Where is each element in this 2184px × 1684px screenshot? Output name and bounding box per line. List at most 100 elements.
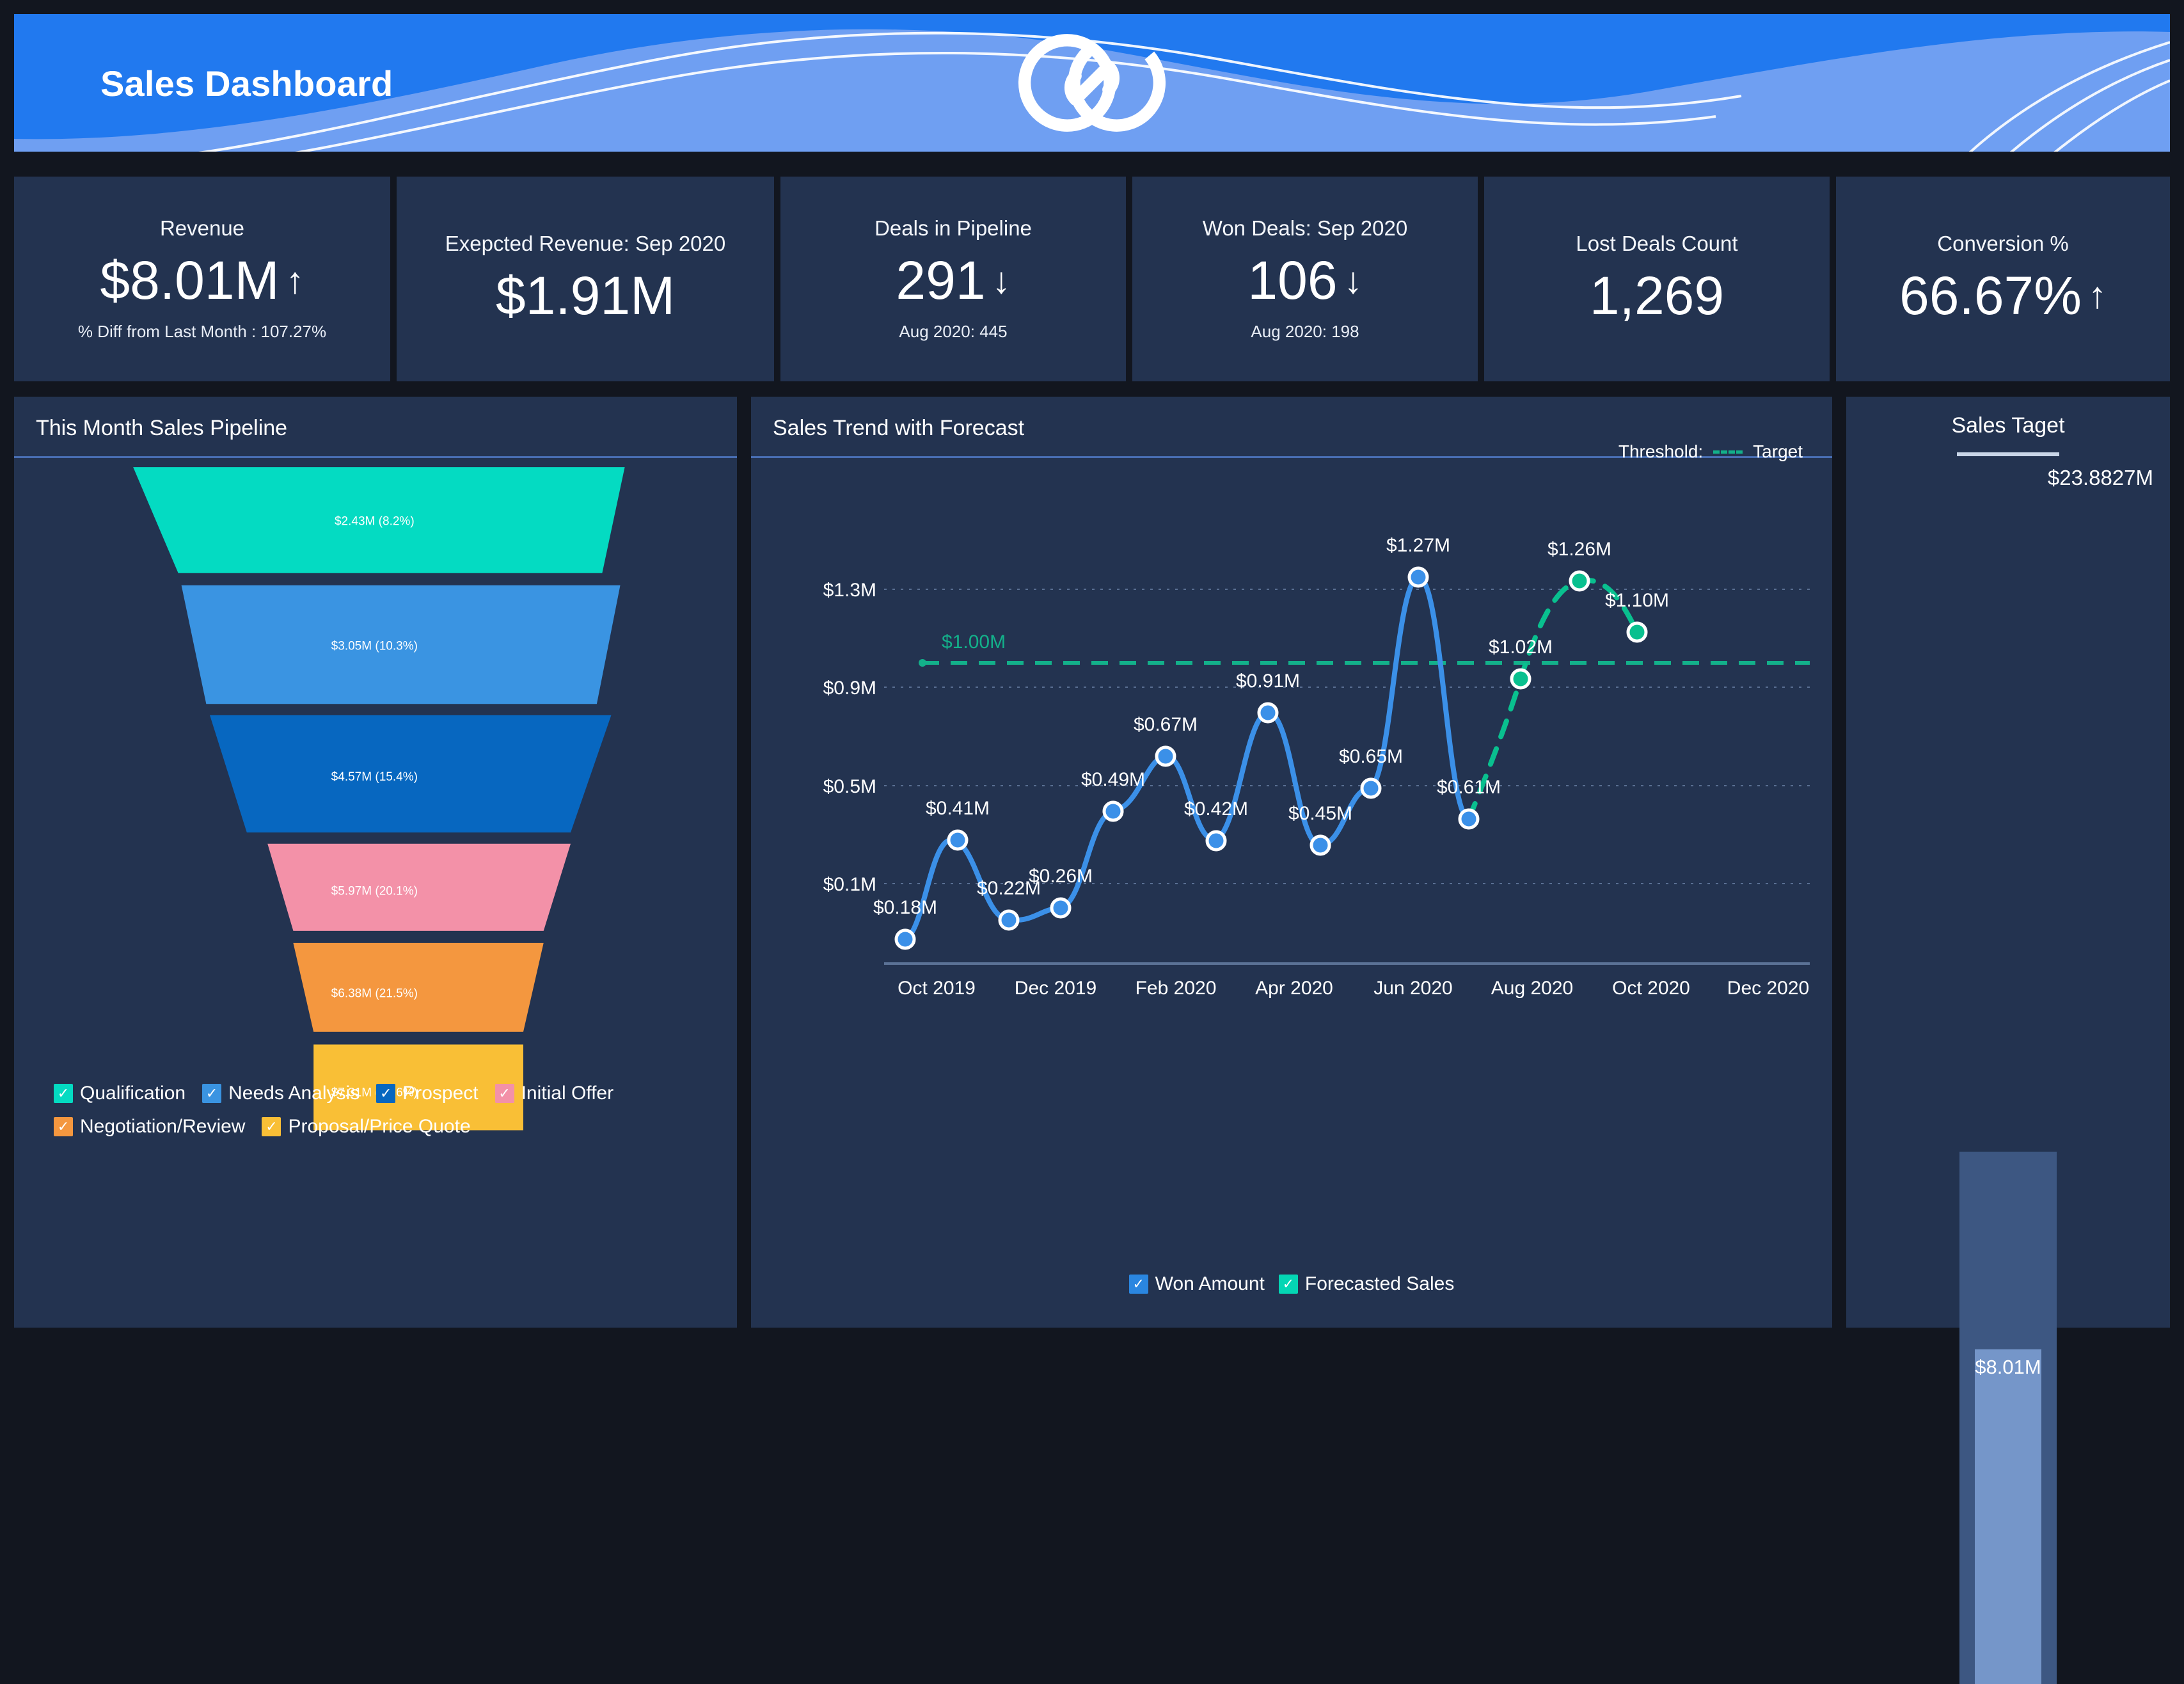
kpi-card-expected-revenue[interactable]: Exepcted Revenue: Sep 2020 $1.91M [397,177,774,381]
kpi-card-revenue[interactable]: Revenue $8.01M ↑ % Diff from Last Month … [14,177,390,381]
kpi-value: $8.01M [100,250,280,311]
kpi-label: Lost Deals Count [1576,231,1738,255]
legend-item-won-amount[interactable]: ✓ Won Amount [1128,1273,1265,1295]
line-chart: $1.3M $0.9M $0.5M $0.1M $1.00M $0.18M $0… [751,458,1832,1309]
legend-label: Prospect [402,1083,479,1104]
gauge-fill: $8.01M [1975,1349,2041,1684]
data-point[interactable] [1257,702,1279,724]
data-label: $1.27M [1386,535,1450,556]
funnel-chart: $2.43M (8.2%) $3.05M (10.3%) $4.57M (15.… [14,458,737,1156]
data-label: $0.61M [1437,777,1501,798]
data-label: $1.02M [1489,637,1553,658]
interlocking-rings-icon [1018,34,1166,132]
data-point[interactable] [1360,777,1382,799]
x-tick-label: Dec 2019 [1015,978,1096,999]
y-tick-label: $0.1M [823,874,876,895]
kpi-card-lost-deals-count[interactable]: Lost Deals Count 1,269 [1484,177,1830,381]
kpi-label: Revenue [159,216,245,241]
data-point[interactable] [1102,800,1124,822]
forecast-point[interactable] [1626,621,1648,643]
panel-title: Sales Trend with Forecast [773,416,1025,440]
forecast-point[interactable] [1510,668,1531,690]
sales-target-panel: Sales Taget $23.8827M $8.01M [1846,397,2170,1684]
checkbox-icon[interactable]: ✓ [1278,1275,1298,1294]
data-point[interactable] [1205,830,1227,852]
y-tick-label: $1.3M [823,580,876,601]
x-tick-label: Apr 2020 [1255,978,1333,999]
data-point[interactable] [1050,897,1072,919]
data-point[interactable] [1155,745,1176,767]
checkbox-icon[interactable]: ✓ [54,1117,73,1136]
legend-item[interactable]: ✓ Prospect [376,1083,479,1104]
funnel-segment[interactable] [267,843,571,931]
sales-dashboard: Sales Dashboard Revenue $8.01M ↑ % Diff … [0,0,2184,1684]
legend-item[interactable]: ✓ Qualification [54,1083,186,1104]
legend-label: Initial Offer [521,1083,614,1104]
trend-down-icon: ↓ [1343,259,1363,301]
forecast-point[interactable] [1569,570,1590,592]
kpi-card-conversion-percent[interactable]: Conversion % 66.67% ↑ [1836,177,2170,381]
legend-item[interactable]: ✓ Needs Analysis [202,1083,360,1104]
line-chart-legend: ✓ Won Amount ✓ Forecasted Sales [751,1273,1832,1295]
data-point[interactable] [998,909,1020,931]
kpi-subtext: % Diff from Last Month : 107.27% [77,321,327,341]
kpi-value: 66.67% [1899,265,2082,326]
kpi-value-group: 66.67% ↑ [1899,265,2107,327]
legend-label: Needs Analysis [228,1083,360,1104]
checkbox-icon[interactable]: ✓ [495,1084,514,1103]
data-point[interactable] [894,928,916,950]
funnel-label: $2.43M (8.2%) [335,514,415,528]
target-gauge[interactable]: $8.01M [1959,1152,2057,1684]
checkbox-icon[interactable]: ✓ [54,1084,73,1103]
trend-up-icon: ↑ [2087,274,2107,316]
legend-label: Forecasted Sales [1304,1273,1455,1294]
sales-pipeline-panel: This Month Sales Pipeline $2.43M (8.2%) … [14,397,737,1328]
panel-header: This Month Sales Pipeline [14,397,737,456]
checkbox-icon[interactable]: ✓ [1128,1275,1148,1294]
kpi-value-group: 291 ↓ [896,250,1010,312]
x-tick-label: Feb 2020 [1136,978,1217,999]
target-value: $23.8827M [2047,466,2153,489]
kpi-subtext: Aug 2020: 445 [899,321,1008,341]
data-point[interactable] [1458,808,1480,830]
data-label: $0.45M [1288,803,1352,824]
data-label: $1.26M [1547,539,1611,560]
checkbox-icon[interactable]: ✓ [202,1084,222,1103]
data-label: $0.67M [1134,714,1198,735]
kpi-card-won-deals[interactable]: Won Deals: Sep 2020 106 ↓ Aug 2020: 198 [1132,177,1478,381]
y-tick-label: $0.5M [823,776,876,797]
legend-item[interactable]: ✓ Negotiation/Review [54,1116,245,1138]
legend-label: Negotiation/Review [80,1116,246,1137]
x-tick-label: Aug 2020 [1491,978,1573,999]
legend-label: Won Amount [1155,1273,1265,1294]
funnel-svg: $2.43M (8.2%) $3.05M (10.3%) $4.57M (15.… [133,467,625,1131]
kpi-value-group: $8.01M ↑ [100,250,304,312]
x-tick-label: Jun 2020 [1373,978,1452,999]
data-point[interactable] [1407,566,1429,588]
legend-item[interactable]: ✓ Proposal/Price Quote [262,1116,471,1138]
sales-trend-panel: Sales Trend with Forecast Threshold: Tar… [751,397,1832,1328]
legend-item[interactable]: ✓ Initial Offer [495,1083,614,1104]
checkbox-icon[interactable]: ✓ [376,1084,396,1103]
kpi-value: 291 [896,250,986,311]
y-tick-label: $0.9M [823,678,876,699]
kpi-card-deals-in-pipeline[interactable]: Deals in Pipeline 291 ↓ Aug 2020: 445 [780,177,1126,381]
data-label: $0.26M [1029,866,1093,887]
kpi-label: Deals in Pipeline [874,216,1032,241]
dashboard-header: Sales Dashboard [14,14,2170,152]
data-point[interactable] [947,829,969,851]
data-point[interactable] [1310,834,1331,856]
dashed-line-swatch [1713,450,1743,454]
legend-label: Proposal/Price Quote [288,1116,471,1137]
legend-item-forecasted-sales[interactable]: ✓ Forecasted Sales [1278,1273,1455,1295]
legend-label: Qualification [80,1083,186,1104]
data-label: $0.42M [1184,798,1248,820]
panels-row: This Month Sales Pipeline $2.43M (8.2%) … [14,397,2170,1684]
kpi-label: Conversion % [1937,231,2069,255]
target-rule [1957,452,2059,456]
x-tick-label: Oct 2020 [1612,978,1690,999]
line-chart-svg: $1.3M $0.9M $0.5M $0.1M $1.00M $0.18M $0… [823,535,1810,999]
checkbox-icon[interactable]: ✓ [262,1117,281,1136]
trend-up-icon: ↑ [285,259,305,301]
threshold-value-label: $1.00M [942,632,1006,653]
